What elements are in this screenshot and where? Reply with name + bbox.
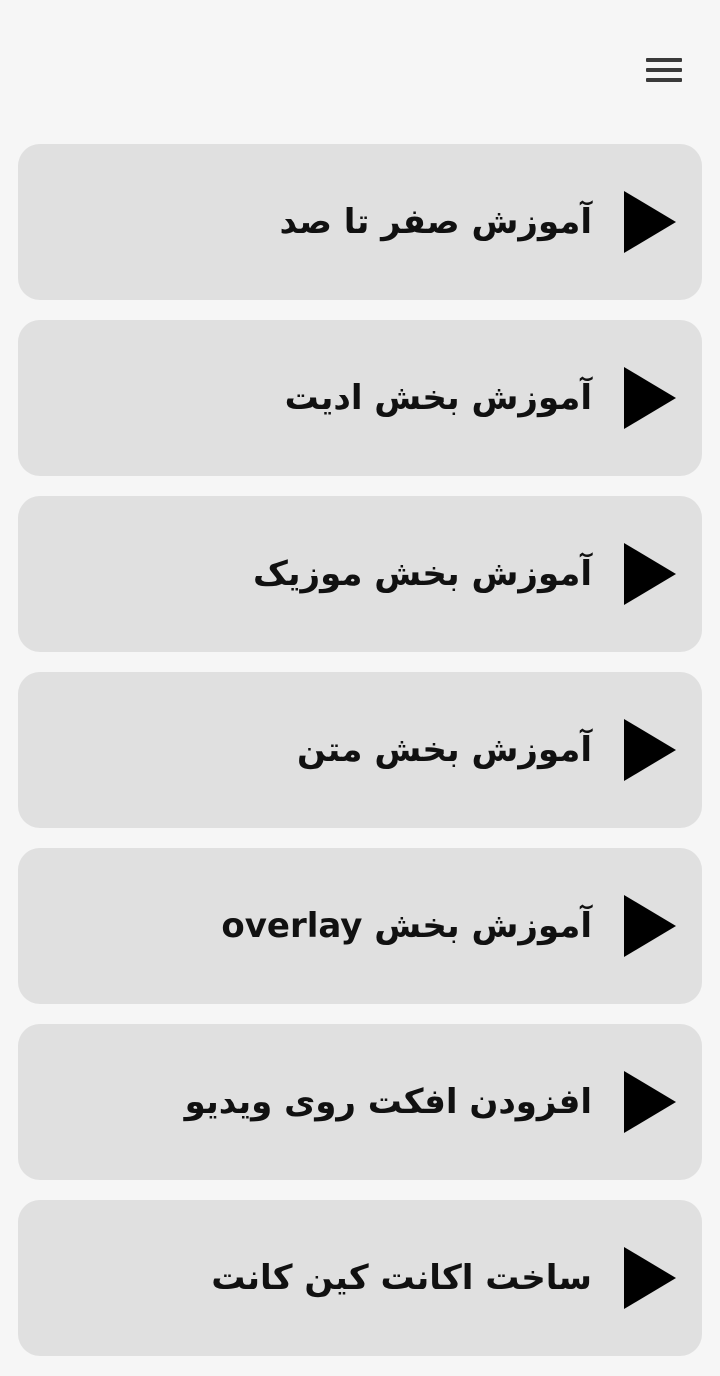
tutorial-item[interactable]: ساخت اکانت کین کانت [18,1200,702,1356]
top-bar [0,0,720,130]
tutorial-item[interactable]: آموزش صفر تا صد [18,144,702,300]
tutorial-list: آموزش صفر تا صد آموزش بخش ادیت آموزش بخش… [18,144,702,1376]
tutorial-item[interactable]: آموزش بخش overlay [18,848,702,1004]
play-icon [624,895,676,957]
play-icon [624,367,676,429]
tutorial-item-label: آموزش بخش ادیت [284,378,592,418]
menu-line [646,68,682,72]
play-icon [624,1071,676,1133]
play-icon [624,719,676,781]
play-icon [624,191,676,253]
hamburger-menu-icon[interactable] [644,56,684,86]
tutorial-item[interactable]: آموزش بخش ادیت [18,320,702,476]
menu-line [646,78,682,82]
tutorial-item-label: آموزش بخش موزیک [252,554,592,594]
tutorial-item-label: آموزش بخش متن [296,730,592,770]
tutorial-item-label: ساخت اکانت کین کانت [211,1258,592,1298]
tutorial-item[interactable]: آموزش بخش موزیک [18,496,702,652]
menu-line [646,58,682,62]
play-icon [624,1247,676,1309]
play-icon [624,543,676,605]
tutorial-item[interactable]: آموزش بخش متن [18,672,702,828]
tutorial-item[interactable]: افزودن افکت روی ویدیو [18,1024,702,1180]
tutorial-item-label: آموزش بخش overlay [221,906,592,946]
tutorial-item-label: افزودن افکت روی ویدیو [184,1082,592,1122]
tutorial-item-label: آموزش صفر تا صد [279,202,592,242]
